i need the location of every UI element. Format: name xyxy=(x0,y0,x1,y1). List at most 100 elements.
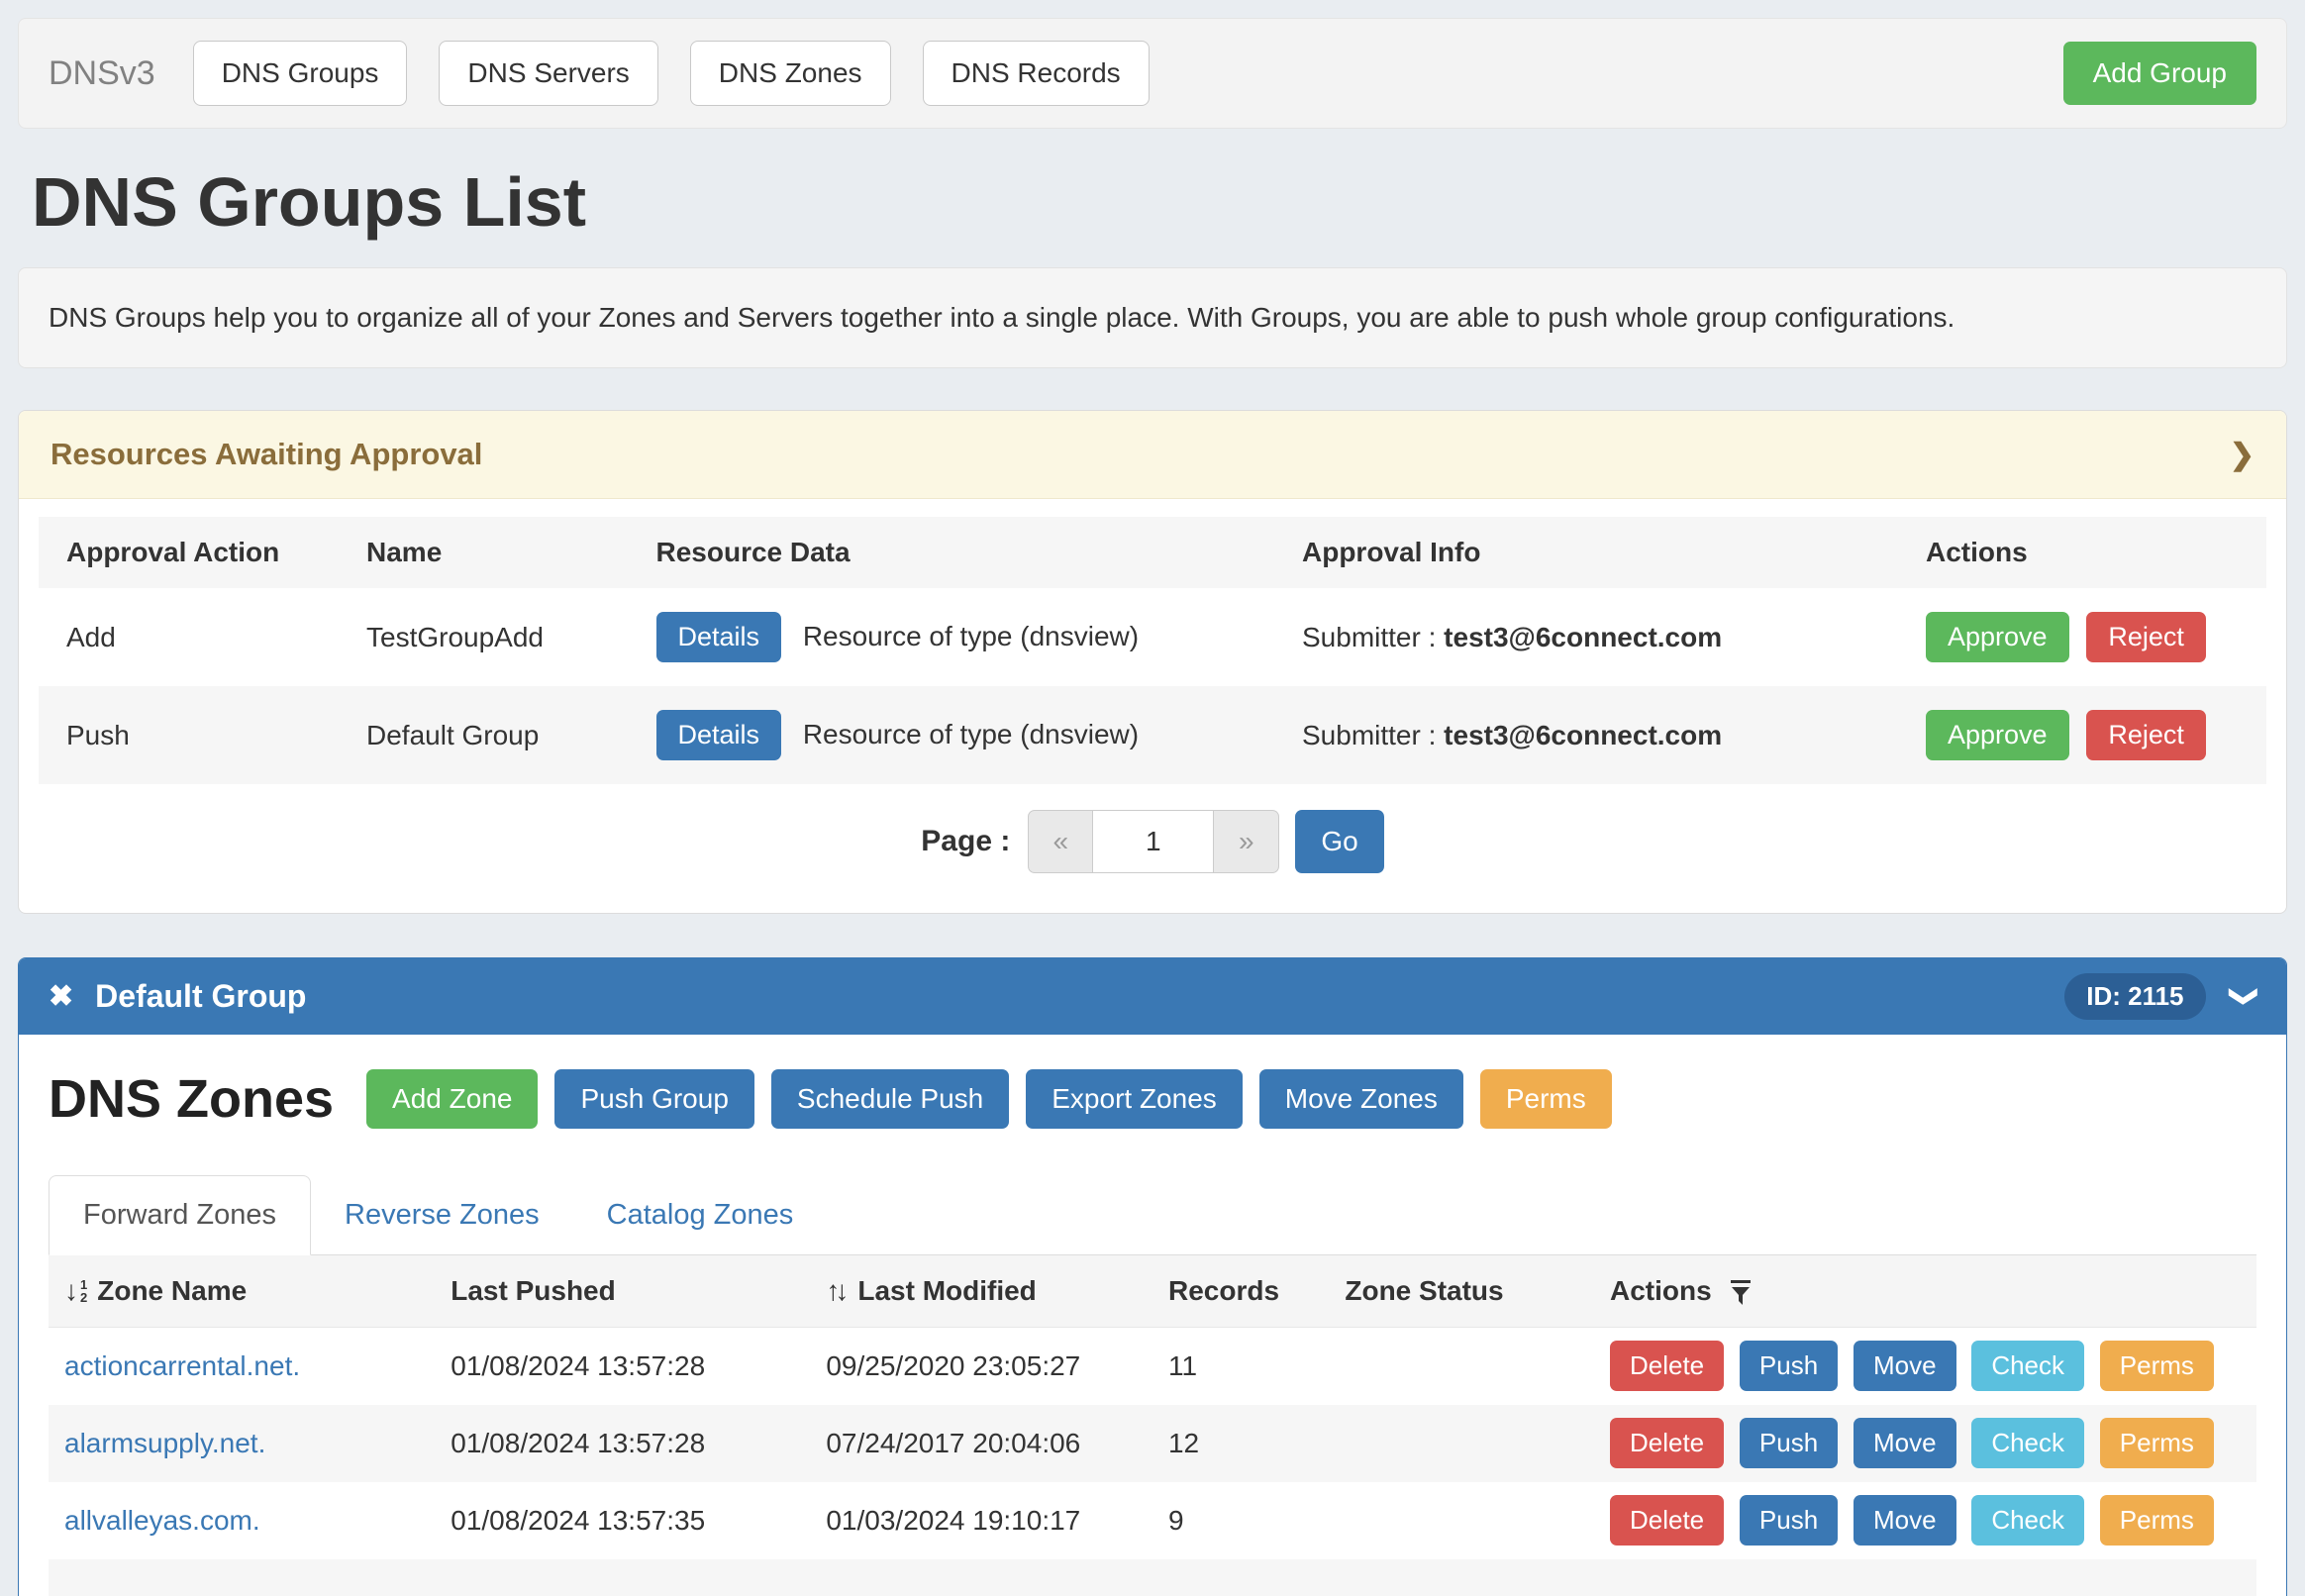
group-panel: ✖ Default Group ID: 2115 ❯ DNS Zones Add… xyxy=(18,957,2287,1596)
perms-row-button[interactable]: Perms xyxy=(2100,1418,2214,1468)
nav-dns-servers-button[interactable]: DNS Servers xyxy=(439,41,657,106)
page-title: DNS Groups List xyxy=(32,162,2287,242)
col-actions: Actions xyxy=(1910,517,2266,588)
last-modified-cell: 01/03/2024 19:10:17 xyxy=(810,1482,1152,1559)
last-pushed-cell: 01/08/2024 13:57:35 xyxy=(435,1482,810,1559)
top-navbar: DNSv3 DNS Groups DNS Servers DNS Zones D… xyxy=(18,18,2287,129)
approval-name-cell: TestGroupAdd xyxy=(351,588,641,686)
approval-panel-title: Resources Awaiting Approval xyxy=(50,437,482,472)
col-approval-info: Approval Info xyxy=(1286,517,1910,588)
chevron-right-icon[interactable]: ❯ xyxy=(2230,438,2255,472)
check-button[interactable]: Check xyxy=(1971,1418,2084,1468)
submitter-email: test3@6connect.com xyxy=(1444,720,1722,750)
zone-name-link[interactable]: allvalleyas.com. xyxy=(64,1505,260,1536)
zone-actions-cell: Delete Push Move Check Perms xyxy=(1594,1482,2256,1559)
add-zone-button[interactable]: Add Zone xyxy=(366,1069,538,1129)
page: DNSv3 DNS Groups DNS Servers DNS Zones D… xyxy=(0,0,2305,1596)
zones-table: ↓12 Zone Name Last Pushed ↑↓ Last Modifi… xyxy=(49,1255,2256,1596)
details-button[interactable]: Details xyxy=(656,612,782,662)
col-zone-actions: Actions xyxy=(1594,1255,2256,1328)
submitter-label: Submitter : xyxy=(1302,720,1444,750)
zone-name-link[interactable]: alarmsupply.net. xyxy=(64,1428,265,1458)
col-last-pushed: Last Pushed xyxy=(435,1255,810,1328)
move-button[interactable]: Move xyxy=(1854,1418,1956,1468)
submitter-label: Submitter : xyxy=(1302,622,1444,652)
approval-action-cell: Push xyxy=(39,686,351,784)
group-id-badge: ID: 2115 xyxy=(2064,973,2205,1020)
col-records: Records xyxy=(1152,1255,1329,1328)
table-row: alarmsupply.net. 01/08/2024 13:57:28 07/… xyxy=(49,1405,2256,1482)
last-pushed-cell: 01/08/2024 13:57:28 xyxy=(435,1405,810,1482)
sort-numeric-icon: ↓12 xyxy=(64,1275,87,1307)
tab-reverse-zones[interactable]: Reverse Zones xyxy=(311,1176,573,1254)
nav-dns-groups-button[interactable]: DNS Groups xyxy=(193,41,408,106)
reject-button[interactable]: Reject xyxy=(2086,612,2206,662)
pagination: Page : « » Go xyxy=(19,810,2286,873)
export-zones-button[interactable]: Export Zones xyxy=(1026,1069,1243,1129)
next-page-button[interactable]: » xyxy=(1214,810,1279,873)
approval-info-cell: Submitter : test3@6connect.com xyxy=(1286,588,1910,686)
go-button[interactable]: Go xyxy=(1295,810,1383,873)
page-description: DNS Groups help you to organize all of y… xyxy=(18,267,2287,368)
perms-button[interactable]: Perms xyxy=(1480,1069,1612,1129)
col-zone-name[interactable]: ↓12 Zone Name xyxy=(49,1255,435,1328)
col-last-modified[interactable]: ↑↓ Last Modified xyxy=(810,1255,1152,1328)
approve-button[interactable]: Approve xyxy=(1926,710,2069,760)
tab-forward-zones[interactable]: Forward Zones xyxy=(49,1175,311,1255)
delete-button[interactable]: Delete xyxy=(1610,1341,1724,1391)
move-button[interactable]: Move xyxy=(1854,1495,1956,1546)
schedule-push-button[interactable]: Schedule Push xyxy=(771,1069,1009,1129)
zones-section-title: DNS Zones xyxy=(49,1068,334,1130)
move-button[interactable]: Move xyxy=(1854,1341,1956,1391)
close-icon[interactable]: ✖ xyxy=(49,979,73,1014)
perms-row-button[interactable]: Perms xyxy=(2100,1495,2214,1546)
approval-action-cell: Add xyxy=(39,588,351,686)
check-button[interactable]: Check xyxy=(1971,1341,2084,1391)
perms-row-button[interactable]: Perms xyxy=(2100,1341,2214,1391)
nav-dns-records-button[interactable]: DNS Records xyxy=(923,41,1150,106)
zone-status-cell xyxy=(1329,1328,1594,1405)
group-panel-body: DNS Zones Add Zone Push Group Schedule P… xyxy=(19,1035,2286,1596)
details-button[interactable]: Details xyxy=(656,710,782,760)
push-button[interactable]: Push xyxy=(1740,1418,1838,1468)
reject-button[interactable]: Reject xyxy=(2086,710,2206,760)
records-cell: 9 xyxy=(1152,1482,1329,1559)
push-button[interactable]: Push xyxy=(1740,1495,1838,1546)
group-panel-header: ✖ Default Group ID: 2115 ❯ xyxy=(19,958,2286,1035)
resource-data-cell: Details Resource of type (dnsview) xyxy=(641,686,1287,784)
records-cell: 12 xyxy=(1152,1405,1329,1482)
delete-button[interactable]: Delete xyxy=(1610,1418,1724,1468)
app-brand: DNSv3 xyxy=(49,54,155,93)
col-last-modified-label: Last Modified xyxy=(857,1275,1036,1307)
delete-button[interactable]: Delete xyxy=(1610,1495,1724,1546)
approval-panel-header: Resources Awaiting Approval ❯ xyxy=(19,411,2286,499)
push-button[interactable]: Push xyxy=(1740,1341,1838,1391)
col-resource-data: Resource Data xyxy=(641,517,1287,588)
approval-row: Add TestGroupAdd Details Resource of typ… xyxy=(39,588,2266,686)
table-row-partial xyxy=(49,1559,2256,1596)
approval-table: Approval Action Name Resource Data Appro… xyxy=(39,517,2266,784)
chevron-down-icon[interactable]: ❯ xyxy=(2229,985,2261,1008)
zone-actions-cell: Delete Push Move Check Perms xyxy=(1594,1405,2256,1482)
table-row: allvalleyas.com. 01/08/2024 13:57:35 01/… xyxy=(49,1482,2256,1559)
col-zone-actions-label: Actions xyxy=(1610,1275,1712,1306)
tab-catalog-zones[interactable]: Catalog Zones xyxy=(573,1176,828,1254)
zone-tabs: Forward Zones Reverse Zones Catalog Zone… xyxy=(49,1175,2256,1255)
resource-data-cell: Details Resource of type (dnsview) xyxy=(641,588,1287,686)
check-button[interactable]: Check xyxy=(1971,1495,2084,1546)
zone-status-cell xyxy=(1329,1482,1594,1559)
table-row: actioncarrental.net. 01/08/2024 13:57:28… xyxy=(49,1328,2256,1405)
last-pushed-cell: 01/08/2024 13:57:28 xyxy=(435,1328,810,1405)
filter-icon[interactable] xyxy=(1729,1279,1753,1306)
approval-header-row: Approval Action Name Resource Data Appro… xyxy=(39,517,2266,588)
approve-button[interactable]: Approve xyxy=(1926,612,2069,662)
push-group-button[interactable]: Push Group xyxy=(554,1069,753,1129)
zone-name-link[interactable]: actioncarrental.net. xyxy=(64,1350,300,1381)
page-input[interactable] xyxy=(1093,810,1214,873)
add-group-button[interactable]: Add Group xyxy=(2063,42,2256,105)
nav-dns-zones-button[interactable]: DNS Zones xyxy=(690,41,891,106)
prev-page-button[interactable]: « xyxy=(1028,810,1093,873)
zone-status-cell xyxy=(1329,1405,1594,1482)
move-zones-button[interactable]: Move Zones xyxy=(1259,1069,1463,1129)
last-modified-cell: 07/24/2017 20:04:06 xyxy=(810,1405,1152,1482)
